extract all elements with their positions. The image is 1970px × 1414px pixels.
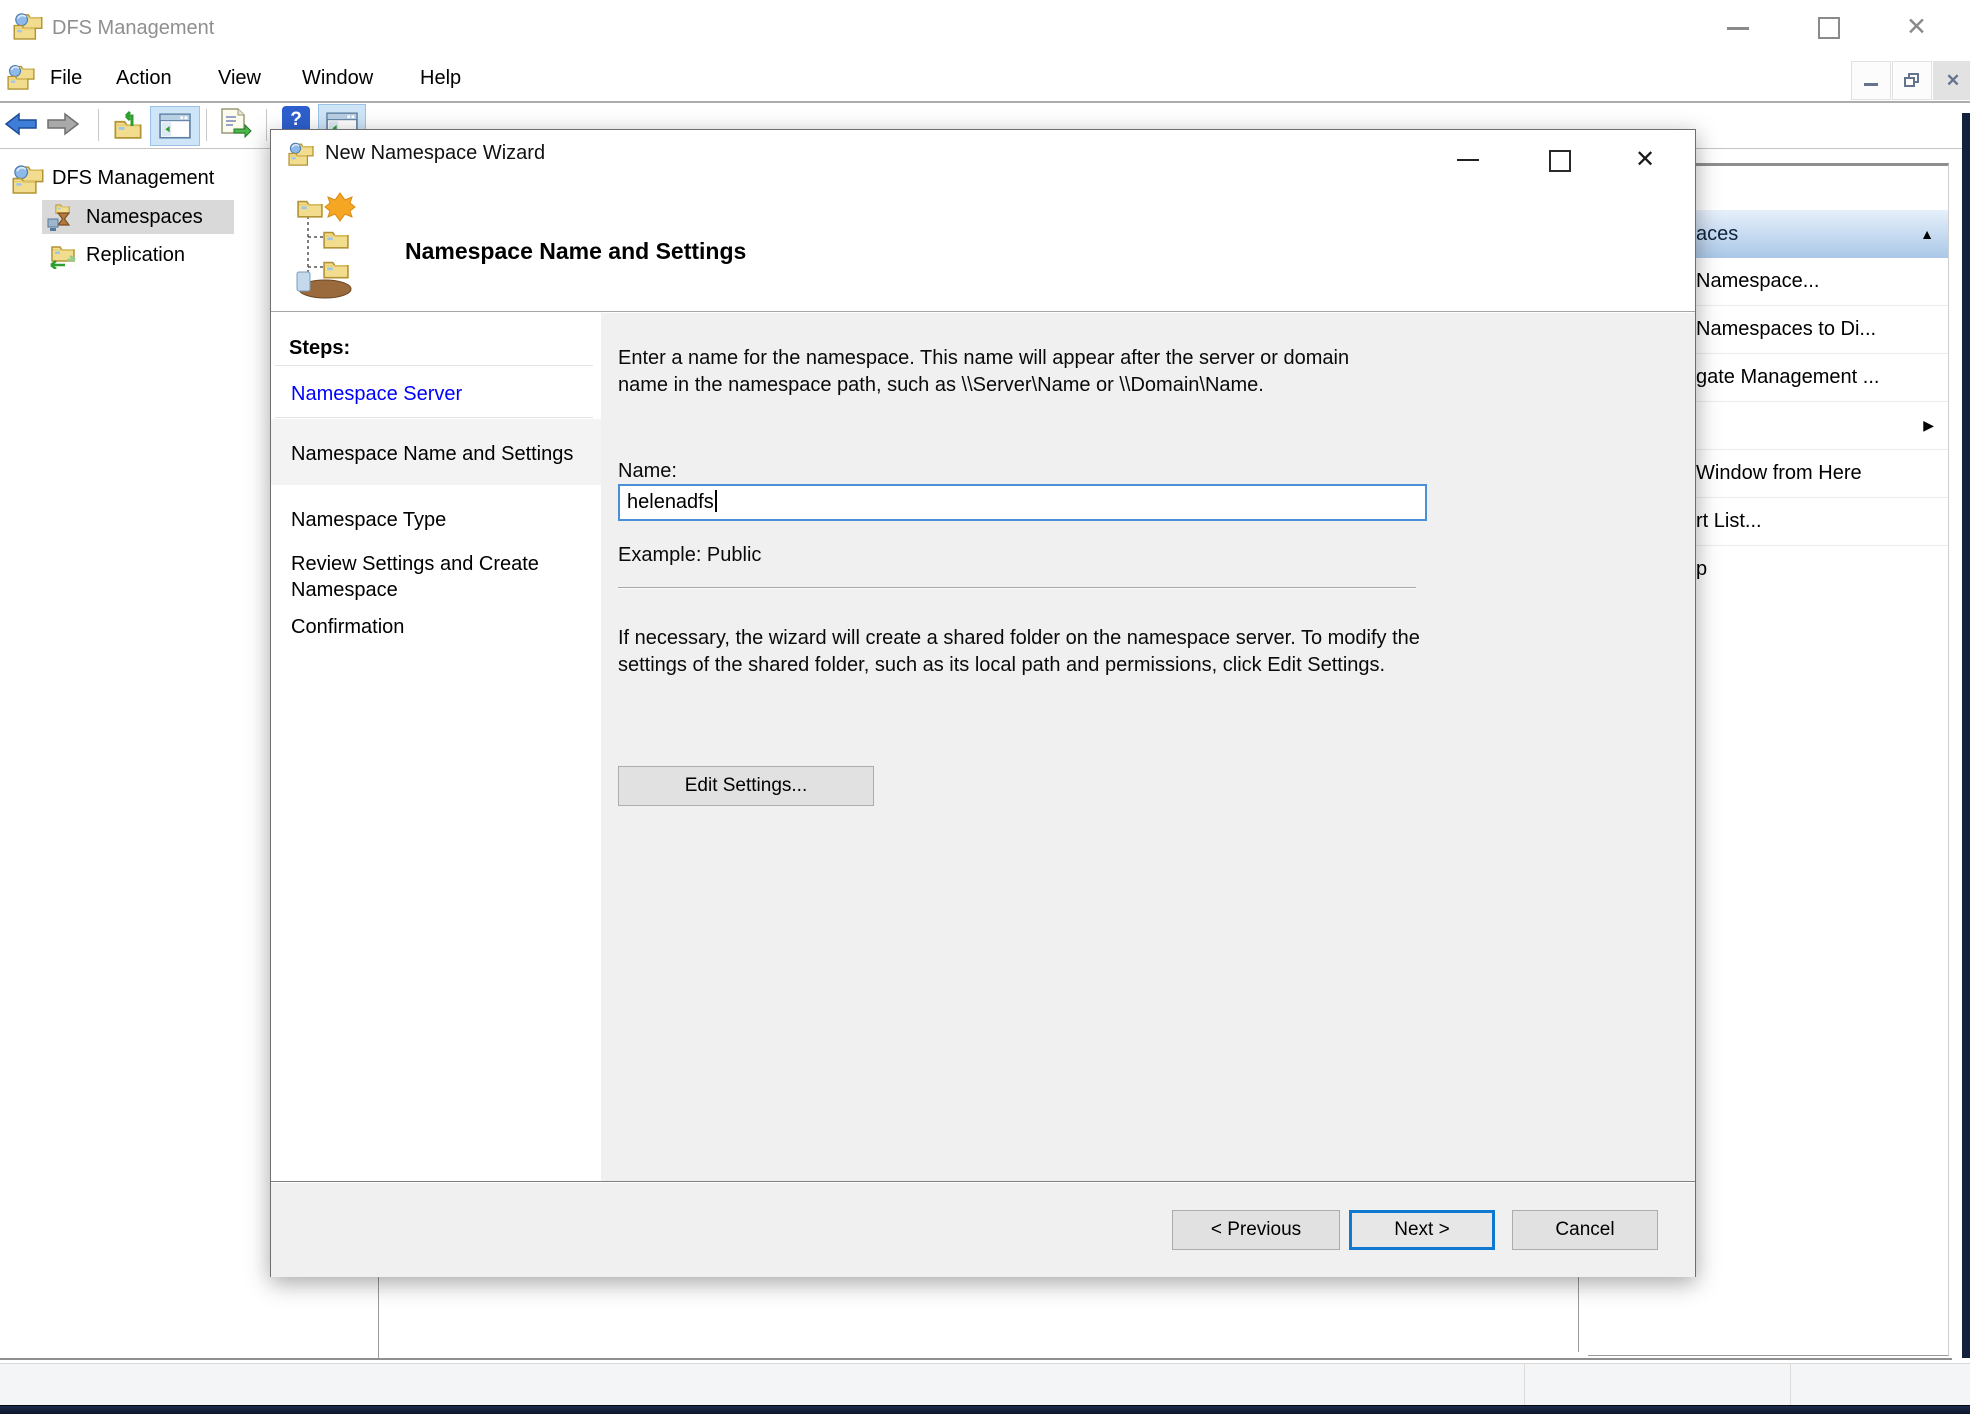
export-list-icon[interactable]	[218, 107, 252, 146]
namespace-name-value: helenadfs	[627, 491, 714, 513]
menu-help[interactable]: Help	[420, 56, 461, 101]
step-confirmation: Confirmation	[291, 616, 404, 639]
steps-heading: Steps:	[289, 337, 350, 360]
dialog-close-icon[interactable]: ✕	[1635, 145, 1655, 174]
menu-view[interactable]: View	[218, 56, 261, 101]
back-icon[interactable]	[4, 112, 38, 141]
maximize-icon[interactable]	[1818, 17, 1840, 39]
content-divider	[618, 587, 1416, 589]
console-icon	[6, 62, 36, 95]
name-label: Name:	[618, 458, 677, 485]
toolbar-separator	[206, 109, 207, 141]
child-minimize-button[interactable]	[1851, 61, 1891, 100]
child-close-icon: ✕	[1946, 71, 1960, 91]
wizard-page-title: Namespace Name and Settings	[405, 238, 746, 265]
namespace-name-input[interactable]: helenadfs	[618, 484, 1427, 521]
namespaces-icon	[46, 202, 78, 237]
menu-action[interactable]: Action	[116, 56, 172, 101]
window-title: DFS Management	[52, 0, 214, 56]
step-namespace-type: Namespace Type	[291, 509, 446, 532]
desktop: DFS Management ✕ File Action View Window…	[0, 0, 1970, 1414]
tree-item-dfs-management[interactable]: DFS Management	[52, 162, 214, 194]
edit-settings-button[interactable]: Edit Settings...	[618, 766, 874, 806]
menu-file[interactable]: File	[50, 56, 82, 101]
menubar-divider	[0, 101, 1970, 103]
step-namespace-name-settings: Namespace Name and Settings	[291, 443, 573, 466]
tree-item-namespaces[interactable]: Namespaces	[86, 200, 203, 234]
dialog-title: New Namespace Wizard	[325, 130, 545, 176]
next-button[interactable]: Next >	[1349, 1210, 1495, 1250]
step-namespace-server[interactable]: Namespace Server	[291, 383, 462, 406]
wizard-content-pane	[601, 313, 1695, 1181]
close-icon[interactable]: ✕	[1906, 12, 1927, 42]
step-review-settings: Review Settings and Create Namespace	[291, 551, 571, 603]
steps-pane: Steps: Namespace Server Namespace Name a…	[271, 313, 602, 1181]
submenu-icon: ▶	[1923, 402, 1934, 449]
shared-folder-note: If necessary, the wizard will create a s…	[618, 625, 1433, 679]
console-tree-toggle-button[interactable]	[150, 106, 200, 146]
restore-icon	[1904, 73, 1920, 88]
replication-icon	[46, 241, 78, 274]
status-separator	[1524, 1364, 1525, 1406]
dialog-icon	[287, 140, 315, 171]
app-icon	[12, 10, 44, 45]
toolbar-separator	[266, 109, 267, 141]
dialog-minimize-icon[interactable]	[1457, 159, 1479, 161]
steps-rule	[275, 417, 593, 418]
forward-icon[interactable]	[46, 112, 80, 141]
menu-window[interactable]: Window	[302, 56, 373, 101]
new-namespace-wizard-dialog: New Namespace Wizard ✕ Namespace Name an…	[270, 129, 1696, 1277]
steps-rule	[275, 365, 593, 366]
taskbar-edge	[0, 1405, 1970, 1414]
collapse-icon[interactable]: ▲	[1920, 210, 1934, 258]
wizard-intro-text: Enter a name for the namespace. This nam…	[618, 345, 1363, 399]
example-text: Example: Public	[618, 542, 761, 569]
minimize-icon[interactable]	[1727, 27, 1749, 30]
console-tree-icon	[159, 113, 191, 139]
screen-edge-strip	[1962, 113, 1970, 1358]
panes-bottom-border	[0, 1358, 1952, 1360]
cancel-button[interactable]: Cancel	[1512, 1210, 1658, 1250]
tree-item-replication[interactable]: Replication	[86, 238, 185, 272]
actions-header-label: aces	[1696, 223, 1738, 245]
dialog-maximize-icon[interactable]	[1549, 150, 1571, 172]
child-restore-button[interactable]	[1892, 61, 1932, 100]
previous-button[interactable]: < Previous	[1172, 1210, 1340, 1250]
status-bar	[0, 1363, 1970, 1406]
child-close-button[interactable]: ✕	[1933, 61, 1970, 100]
toolbar-separator	[98, 109, 99, 141]
dfs-root-icon	[10, 162, 46, 199]
status-separator	[1790, 1364, 1791, 1406]
text-caret	[715, 490, 717, 512]
up-level-icon[interactable]	[112, 110, 146, 145]
wizard-header-icon	[295, 192, 367, 305]
